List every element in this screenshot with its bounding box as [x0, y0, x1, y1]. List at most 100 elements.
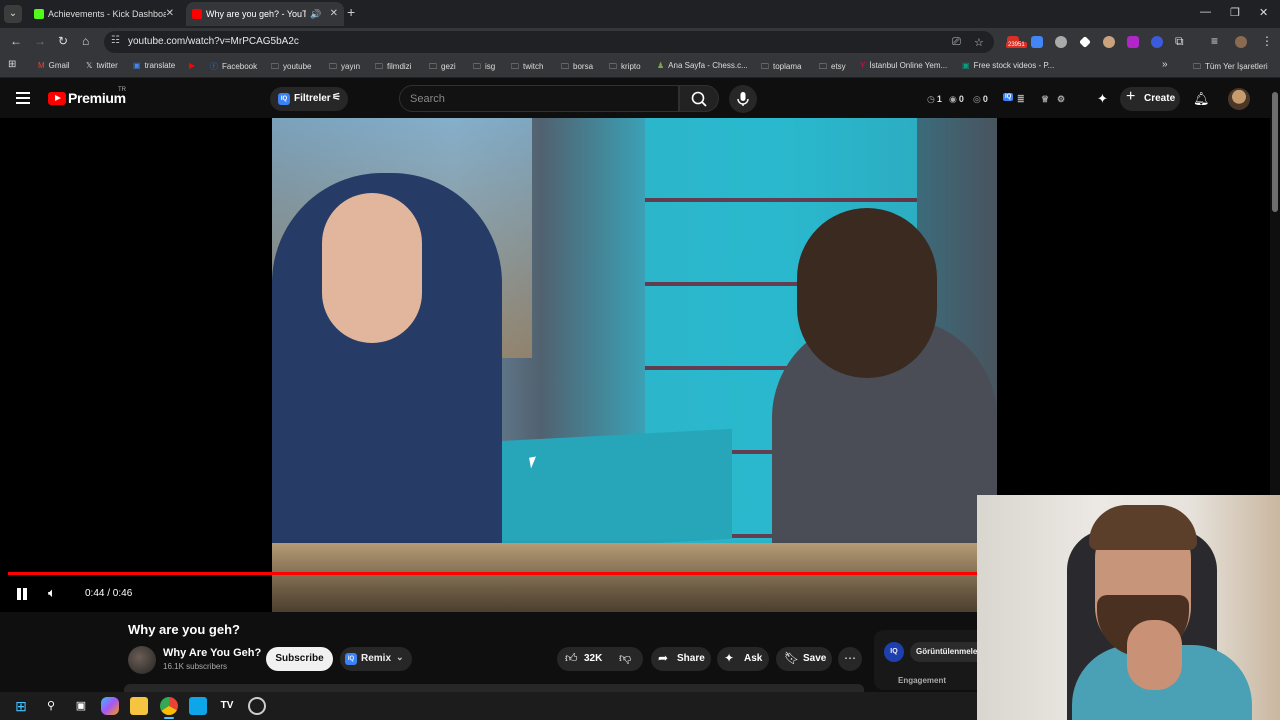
extension-icon[interactable] [1103, 36, 1115, 48]
share-button[interactable]: ➦ Share [651, 647, 711, 671]
search-input[interactable] [410, 91, 660, 107]
account-avatar[interactable] [1228, 88, 1250, 110]
bookmark-folder-etsy[interactable]: 🗀 etsy [819, 61, 846, 75]
bookmark-pexels[interactable]: ▣ Free stock videos - P... [962, 61, 1054, 70]
scroll-thumb[interactable] [1272, 92, 1278, 212]
bookmark-label: toplama [773, 62, 802, 71]
studio-desk [462, 428, 732, 554]
voice-search-button[interactable] [729, 85, 757, 113]
tab-youtube[interactable]: Why are you geh? - YouTube 🔊 ✕ [186, 2, 344, 26]
more-actions-icon[interactable]: ⋯ [838, 647, 862, 671]
save-button[interactable]: 🔖︎ Save [776, 647, 832, 671]
like-count[interactable]: 32K [584, 653, 602, 664]
search-icon [691, 91, 707, 107]
bookmark-translate[interactable]: ▣ translate [133, 61, 175, 70]
extension-icon[interactable] [1151, 36, 1163, 48]
youtube-logo-icon[interactable] [48, 92, 66, 105]
back-icon[interactable]: ← [10, 34, 22, 48]
extension-shortcut-icon[interactable]: ✦ [1097, 91, 1108, 107]
reload-icon[interactable]: ↻ [58, 34, 68, 48]
speaker-icon[interactable]: 🔊 [310, 2, 321, 26]
minimize-icon[interactable]: — [1200, 6, 1211, 18]
new-tab-button[interactable]: + [347, 4, 355, 20]
address-bar[interactable]: ☷ youtube.com/watch?v=MrPCAG5bA2c ⎚ ☆ [104, 31, 994, 53]
bookmark-folder-kripto[interactable]: 🗀 kripto [609, 61, 641, 75]
pause-icon[interactable] [16, 588, 28, 600]
extension-icon[interactable] [1031, 36, 1043, 48]
search-button[interactable] [679, 85, 719, 112]
remix-button[interactable]: IQ Remix ⌄ [340, 647, 412, 671]
guest-left-head [322, 193, 422, 343]
task-view-icon[interactable]: ▣ [72, 697, 90, 715]
settings-extension-icon[interactable]: ⚙ [1057, 94, 1065, 105]
bookmark-facebook[interactable]: ⓕ Facebook [210, 61, 257, 72]
video-title: Why are you geh? [128, 622, 240, 637]
channel-name[interactable]: Why Are You Geh? [163, 647, 261, 659]
bookmark-youtube[interactable]: ▶ [189, 61, 199, 70]
list-icon[interactable]: ≣ [1017, 94, 1025, 105]
dislike-icon[interactable]: 👎︎ [619, 651, 631, 666]
home-icon[interactable]: ⌂ [82, 34, 89, 48]
tab-title: Achievements - Kick Dashboard [48, 9, 166, 19]
bookmark-gmail[interactable]: M Gmail [38, 61, 70, 70]
subscribe-button[interactable]: Subscribe [266, 647, 333, 671]
bookmark-folder-isg[interactable]: 🗀 isg [473, 61, 495, 75]
bookmark-folder-yayin[interactable]: 🗀 yayın [329, 61, 360, 75]
restore-icon[interactable]: ❐ [1230, 6, 1240, 19]
chrome-menu-icon[interactable]: ⋮ [1261, 34, 1273, 48]
tab-views[interactable]: Görüntülenmeler [910, 642, 980, 662]
stat-hidden: ◎ 0 [973, 94, 988, 104]
folder-icon: 🗀 [819, 62, 827, 71]
description-box[interactable] [124, 684, 864, 692]
tab-kick-dashboard[interactable]: Achievements - Kick Dashboard ✕ [28, 2, 180, 26]
bookmark-chess[interactable]: ♟ Ana Sayfa - Chess.c... [657, 61, 748, 70]
chrome-icon[interactable] [160, 697, 178, 715]
close-tab-icon[interactable]: ✕ [166, 2, 174, 26]
like-icon[interactable]: 👍︎ [565, 651, 578, 666]
bookmarks-overflow-icon[interactable]: » [1162, 59, 1168, 70]
volume-icon[interactable]: 🔈︎ [48, 585, 56, 601]
notifications-bell-icon[interactable]: 🔔︎ [1193, 91, 1210, 107]
iq-extension-icon[interactable]: IQ [1003, 93, 1014, 101]
trophy-icon[interactable]: ♕ [1041, 94, 1049, 105]
install-app-icon[interactable]: ⎚ [952, 36, 961, 49]
tab-search-button[interactable]: ⌄ [4, 5, 22, 23]
extension-icon[interactable] [1055, 36, 1067, 48]
media-control-icon[interactable]: ≡ [1211, 34, 1218, 48]
bookmark-twitter[interactable]: 𝕏twitter [86, 61, 118, 70]
extensions-puzzle-icon[interactable]: ⧉ [1175, 34, 1184, 49]
bookmark-folder-borsa[interactable]: 🗀 borsa [561, 61, 593, 75]
obs-icon[interactable] [248, 697, 266, 715]
all-bookmarks-folder[interactable]: 🗀 Tüm Yer İşaretleri [1193, 61, 1268, 75]
iq-extension-icon[interactable]: IQ [884, 642, 904, 662]
bookmark-folder-gezi[interactable]: 🗀 gezi [429, 61, 456, 75]
bookmark-yemeksepeti[interactable]: Y İstanbul Online Yem... [860, 61, 947, 70]
bookmark-folder-toplama[interactable]: 🗀 toplama [761, 61, 801, 75]
filters-button[interactable]: IQ Filtreler ⚟ [270, 87, 348, 111]
close-tab-icon[interactable]: ✕ [330, 2, 338, 26]
tradingview-icon[interactable]: TV [218, 697, 236, 715]
guide-menu-icon[interactable] [16, 92, 30, 104]
profile-avatar-icon[interactable] [1235, 36, 1247, 48]
app-icon[interactable] [189, 697, 207, 715]
folder-icon: 🗀 [761, 62, 769, 71]
extension-icon[interactable] [1127, 36, 1139, 48]
bookmark-folder-youtube[interactable]: 🗀 youtube [271, 61, 311, 75]
extension-icon[interactable] [1079, 36, 1091, 48]
close-window-icon[interactable]: ✕ [1259, 6, 1268, 19]
bookmark-folder-twitch[interactable]: 🗀 twitch [511, 61, 543, 75]
bookmark-label: youtube [283, 62, 312, 71]
forward-icon[interactable]: → [34, 34, 46, 48]
folder-icon: 🗀 [609, 62, 617, 71]
windows-start-icon[interactable]: ⊞ [12, 697, 30, 715]
search-icon[interactable]: ⚲ [42, 697, 60, 715]
bookmark-star-icon[interactable]: ☆ [974, 36, 984, 49]
ask-button[interactable]: ✦ Ask [717, 647, 769, 671]
site-info-icon[interactable]: ☷ [111, 35, 120, 46]
file-explorer-icon[interactable] [130, 697, 148, 715]
create-button[interactable]: + Create [1120, 87, 1180, 111]
channel-avatar[interactable] [128, 646, 156, 674]
copilot-icon[interactable] [101, 697, 119, 715]
apps-grid-icon[interactable]: ⊞ [8, 59, 16, 70]
bookmark-folder-filmdizi[interactable]: 🗀 filmdizi [375, 61, 411, 75]
